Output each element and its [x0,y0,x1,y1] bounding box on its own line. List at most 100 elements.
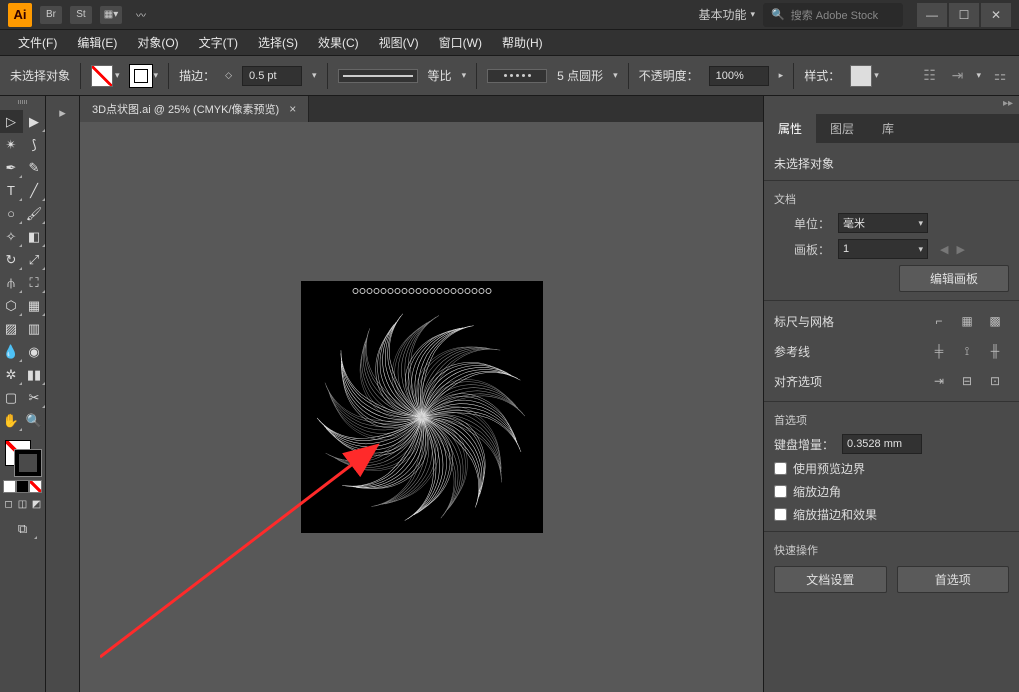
minimize-button[interactable]: — [917,3,947,27]
chevron-down-icon[interactable]: ▾ [462,70,467,81]
stroke-weight-input[interactable] [242,66,302,86]
stock-button[interactable]: St [70,6,92,24]
menu-file[interactable]: 文件(F) [8,30,67,55]
color-mode-solid[interactable] [3,480,16,493]
menu-view[interactable]: 视图(V) [369,30,429,55]
chevron-down-icon[interactable]: ▾ [312,70,317,81]
tab-layers[interactable]: 图层 [816,114,868,143]
gradient-tool[interactable]: ▥ [23,317,46,340]
fill-stroke-control[interactable] [3,438,43,478]
align-artboard-icon[interactable]: ⊡ [981,369,1009,393]
type-tool[interactable]: T [0,179,23,202]
smart-guides-icon[interactable]: ╫ [981,339,1009,363]
magic-wand-tool[interactable]: ✴ [0,133,23,156]
preferences-icon[interactable]: ⚏ [991,67,1009,85]
close-icon[interactable]: × [289,102,296,116]
preferences-button[interactable]: 首选项 [897,566,1010,593]
use-preview-bounds-checkbox[interactable]: 使用预览边界 [774,460,1009,477]
grid-icon[interactable]: ▦ [953,309,981,333]
menu-help[interactable]: 帮助(H) [492,30,553,55]
show-guides-icon[interactable]: ╪ [925,339,953,363]
line-tool[interactable]: ╱ [23,179,46,202]
lasso-tool[interactable]: ⟆ [23,133,46,156]
artboard-select[interactable]: 1▾ [838,239,928,259]
chevron-down-icon[interactable]: ▾ [976,70,981,81]
artboard[interactable] [302,282,542,532]
ellipse-tool[interactable]: ○ [0,202,23,225]
panel-collapse-icon[interactable]: ▸▸ [1003,98,1013,112]
menu-type[interactable]: 文字(T) [189,30,248,55]
menu-select[interactable]: 选择(S) [248,30,308,55]
arrange-documents-button[interactable]: ▦▾ [100,6,122,24]
canvas-viewport[interactable] [80,122,763,692]
menu-edit[interactable]: 编辑(E) [67,30,127,55]
document-tab[interactable]: 3D点状图.ai @ 25% (CMYK/像素预览) × [80,96,309,122]
edit-artboards-button[interactable]: 编辑画板 [899,265,1009,292]
slice-tool[interactable]: ✂ [23,386,46,409]
width-tool[interactable]: ⫛ [0,271,23,294]
eraser-tool[interactable]: ◧ [23,225,46,248]
draw-behind[interactable]: ◫ [16,497,30,511]
align-icon[interactable]: ⇥ [948,67,966,85]
lock-guides-icon[interactable]: ⟟ [953,339,981,363]
close-button[interactable]: ✕ [981,3,1011,27]
graphic-style-swatch[interactable]: ▾ [850,65,879,87]
tab-properties[interactable]: 属性 [764,114,816,143]
shaper-tool[interactable]: ✧ [0,225,23,248]
free-transform-tool[interactable]: ⛶ [23,271,46,294]
search-stock-field[interactable]: 🔍 搜索 Adobe Stock [763,3,903,27]
nudge-input[interactable] [842,434,922,454]
draw-normal[interactable]: ◻ [2,497,16,511]
stroke-box[interactable] [15,450,41,476]
rotate-tool[interactable]: ↻ [0,248,23,271]
snap-pixel-icon[interactable]: ⊟ [953,369,981,393]
mesh-tool[interactable]: ▨ [0,317,23,340]
bridge-button[interactable]: Br [40,6,62,24]
blend-tool[interactable]: ◉ [23,340,46,363]
menu-window[interactable]: 窗口(W) [429,30,492,55]
artboard-nav[interactable]: ◀▶ [940,243,965,256]
hand-tool[interactable]: ✋ [0,409,23,432]
curvature-tool[interactable]: ✎ [23,156,46,179]
stroke-profile-preview[interactable] [338,69,418,83]
dock-expand-icon[interactable]: ▸ [50,102,76,124]
shape-builder-tool[interactable]: ⬡ [0,294,23,317]
direct-selection-tool[interactable]: ▶ [23,110,46,133]
selection-tool[interactable]: ▷ [0,110,23,133]
column-graph-tool[interactable]: ▮▮ [23,363,46,386]
opacity-input[interactable] [709,66,769,86]
menu-effect[interactable]: 效果(C) [308,30,369,55]
zoom-tool[interactable]: 🔍 [23,409,46,432]
tab-libraries[interactable]: 库 [868,114,908,143]
chevron-right-icon[interactable]: ▸ [779,70,784,81]
document-setup-button[interactable]: 文档设置 [774,566,887,593]
scale-stroke-effects-checkbox[interactable]: 缩放描边和效果 [774,506,1009,523]
doc-setup-icon[interactable]: ☷ [920,67,938,85]
paintbrush-tool[interactable]: 🖌 [23,202,46,225]
maximize-button[interactable]: ☐ [949,3,979,27]
eyedropper-tool[interactable]: 💧 [0,340,23,363]
workspace-switcher[interactable]: 基本功能 ▾ [690,2,763,27]
tools-grip[interactable] [8,100,38,106]
stroke-swatch[interactable]: ▾ [130,65,159,87]
gpu-preview-button[interactable]: 〰 [130,6,152,24]
transparency-grid-icon[interactable]: ▩ [981,309,1009,333]
menu-object[interactable]: 对象(O) [127,30,188,55]
color-mode-gradient[interactable] [16,480,29,493]
perspective-tool[interactable]: ▦ [23,294,46,317]
stroke-weight-stepper[interactable]: ◇ [225,70,232,81]
screen-mode-button[interactable]: ⧉ [8,517,38,540]
units-select[interactable]: 毫米▾ [838,213,928,233]
scale-tool[interactable]: ⤢ [23,248,46,271]
draw-inside[interactable]: ◩ [30,497,44,511]
fill-swatch[interactable]: ▾ [91,65,120,87]
symbol-sprayer-tool[interactable]: ✲ [0,363,23,386]
color-mode-none[interactable] [29,480,42,493]
rulers-icon[interactable]: ⌐ [925,309,953,333]
scale-corners-checkbox[interactable]: 缩放边角 [774,483,1009,500]
chevron-down-icon[interactable]: ▾ [613,70,618,81]
brush-preview[interactable] [487,69,547,83]
snap-point-icon[interactable]: ⇥ [925,369,953,393]
artboard-tool[interactable]: ▢ [0,386,23,409]
pen-tool[interactable]: ✒ [0,156,23,179]
